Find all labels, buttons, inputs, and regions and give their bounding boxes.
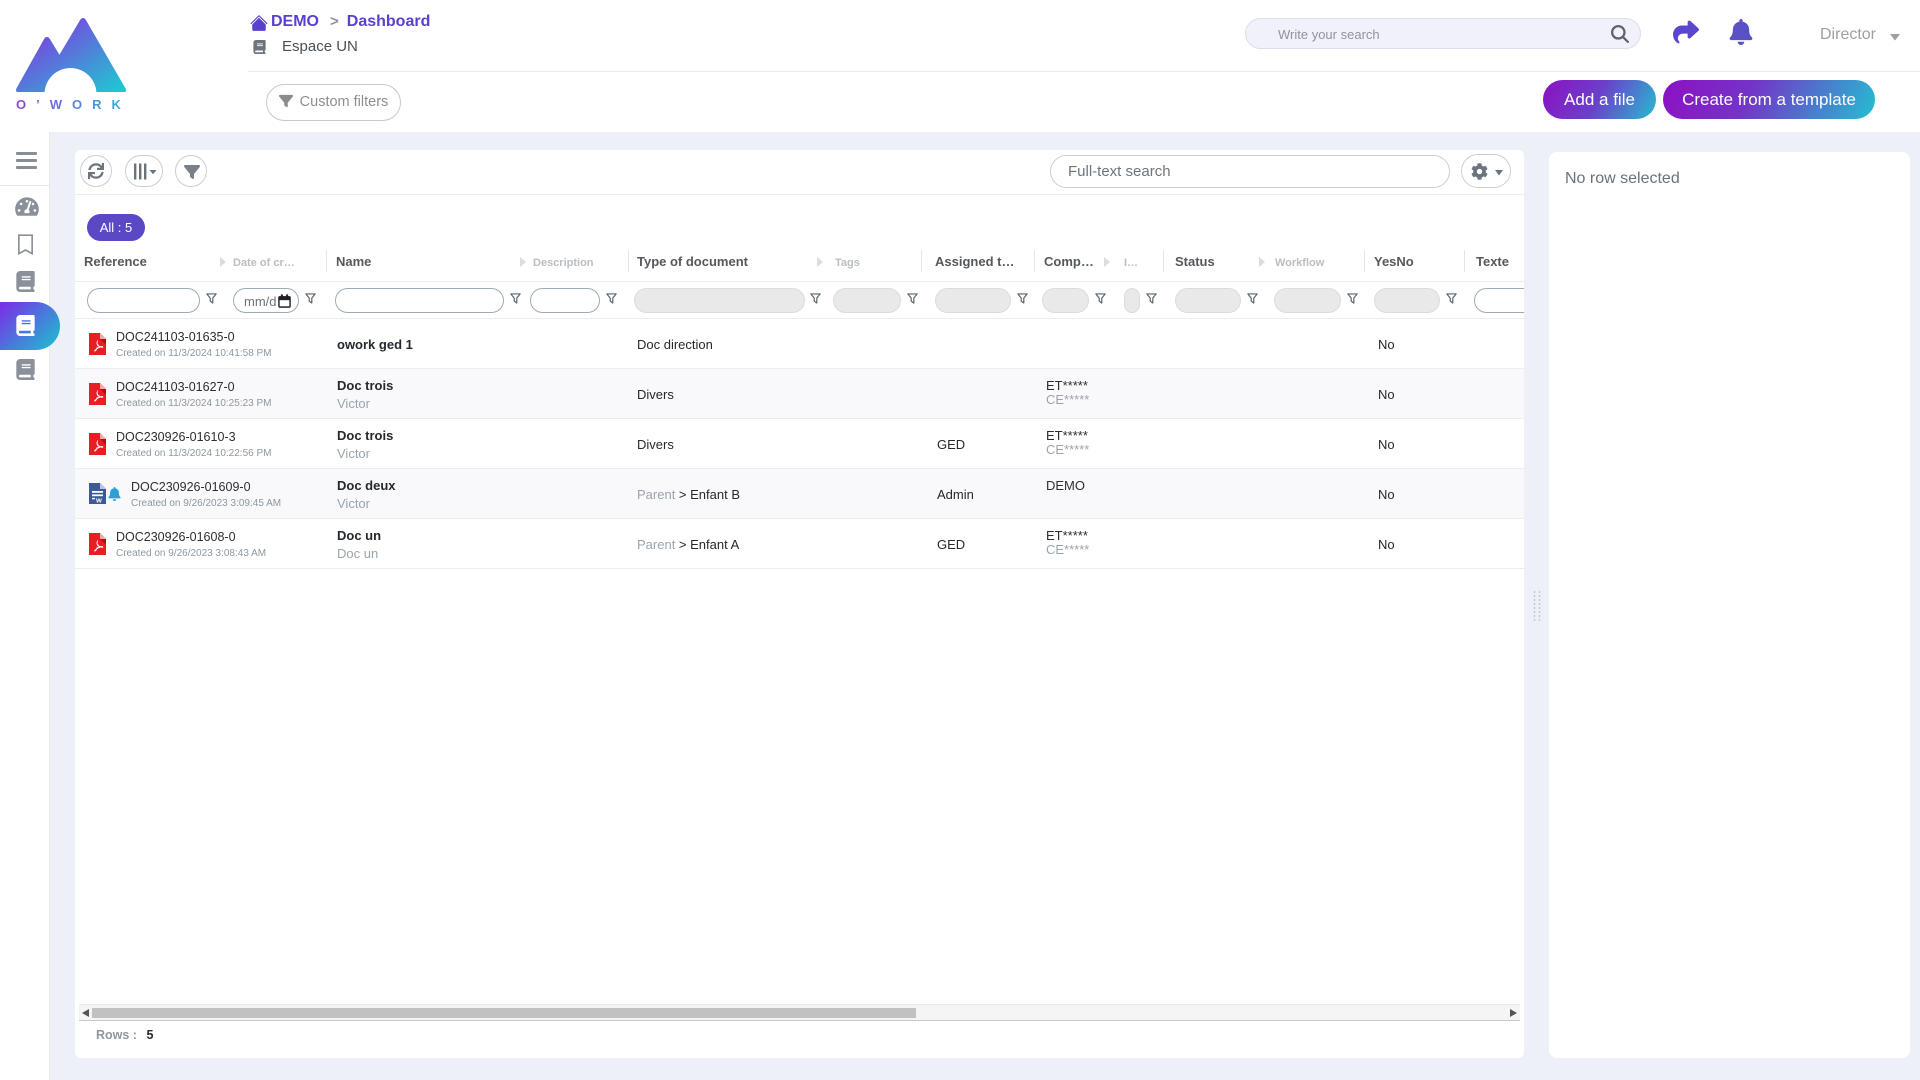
svg-text:w: w bbox=[95, 496, 102, 505]
